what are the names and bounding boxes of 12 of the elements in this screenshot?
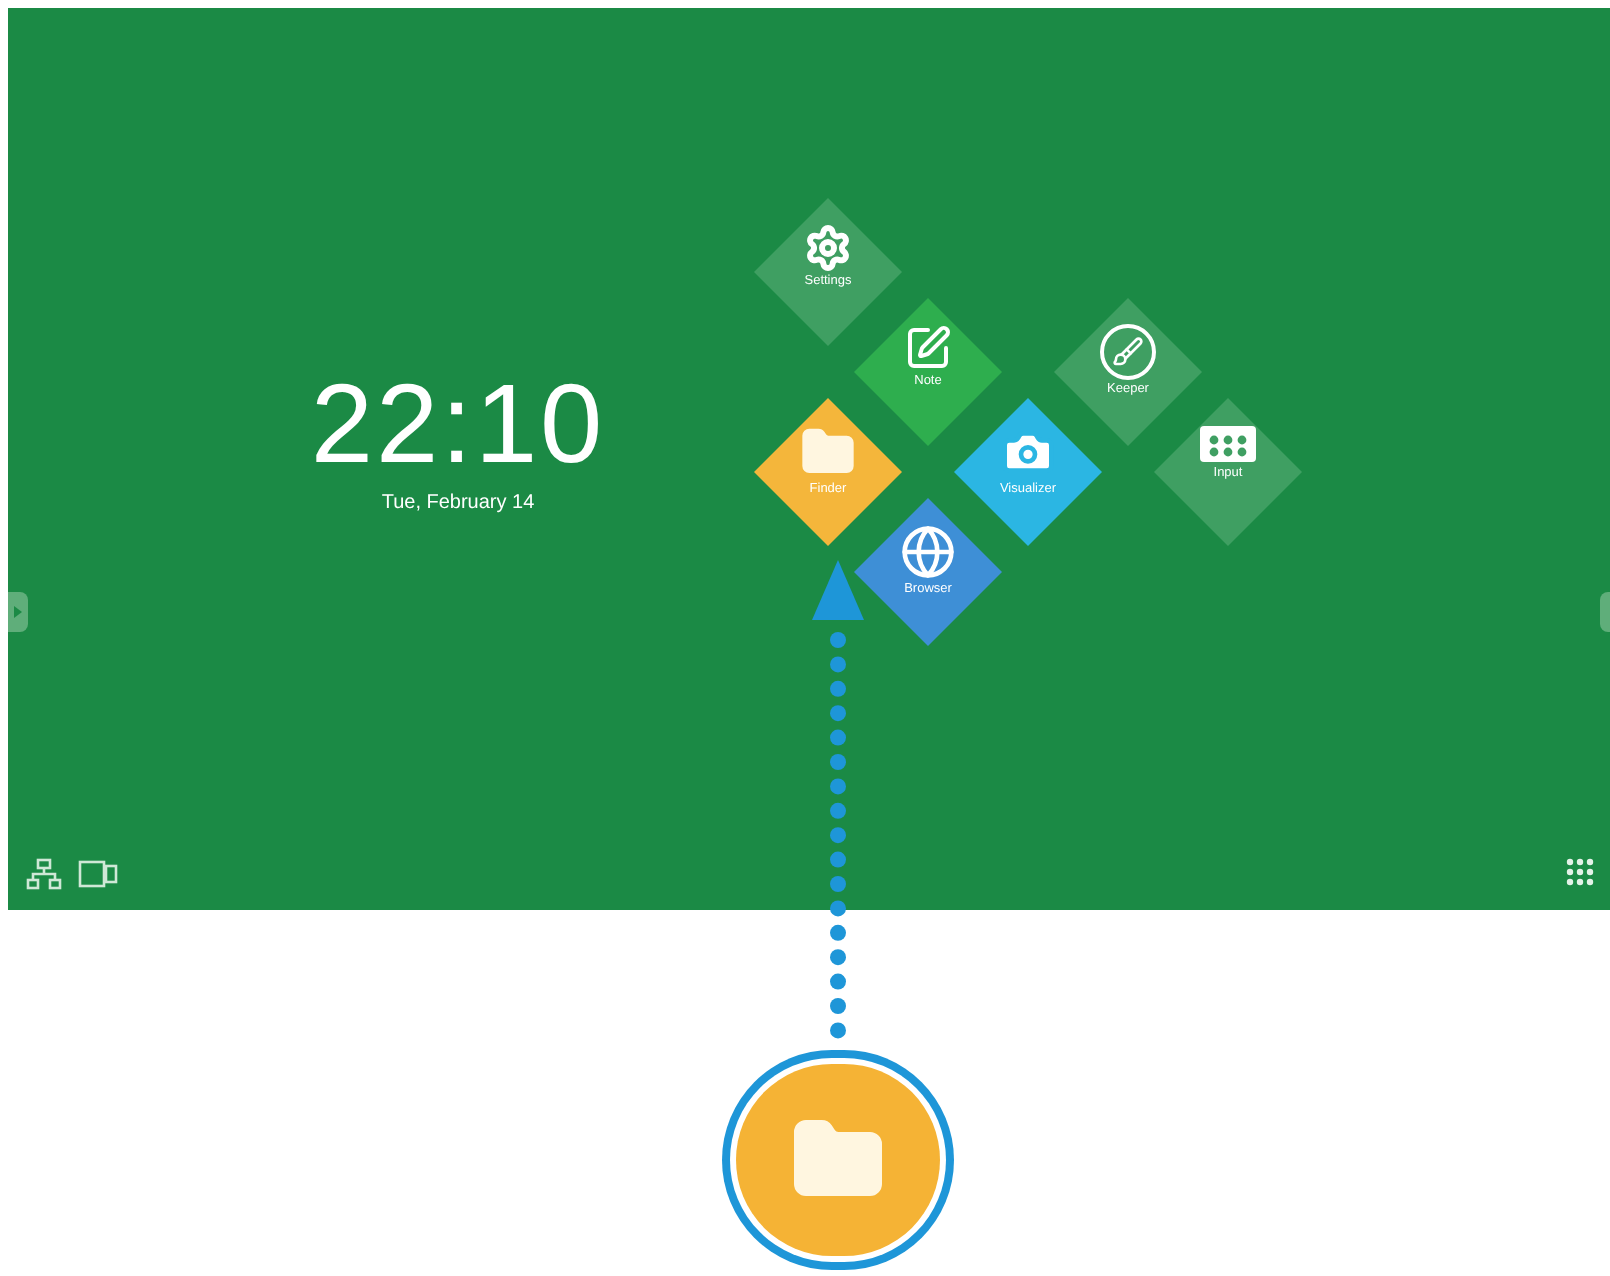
- gear-icon: [804, 224, 852, 272]
- clock-time: 22:10: [310, 368, 606, 480]
- left-drawer-handle[interactable]: [8, 592, 28, 632]
- pen-board-icon: [904, 324, 952, 372]
- app-grid-icon[interactable]: [1566, 858, 1594, 886]
- clock-date: Tue, February 14: [381, 490, 535, 518]
- video-camera-icon[interactable]: [78, 860, 118, 888]
- play-icon: [14, 606, 22, 618]
- globe-icon: [900, 524, 956, 580]
- network-icon[interactable]: [26, 858, 62, 890]
- right-drawer-handle[interactable]: [1600, 592, 1610, 632]
- input-panel-icon: [1198, 424, 1258, 464]
